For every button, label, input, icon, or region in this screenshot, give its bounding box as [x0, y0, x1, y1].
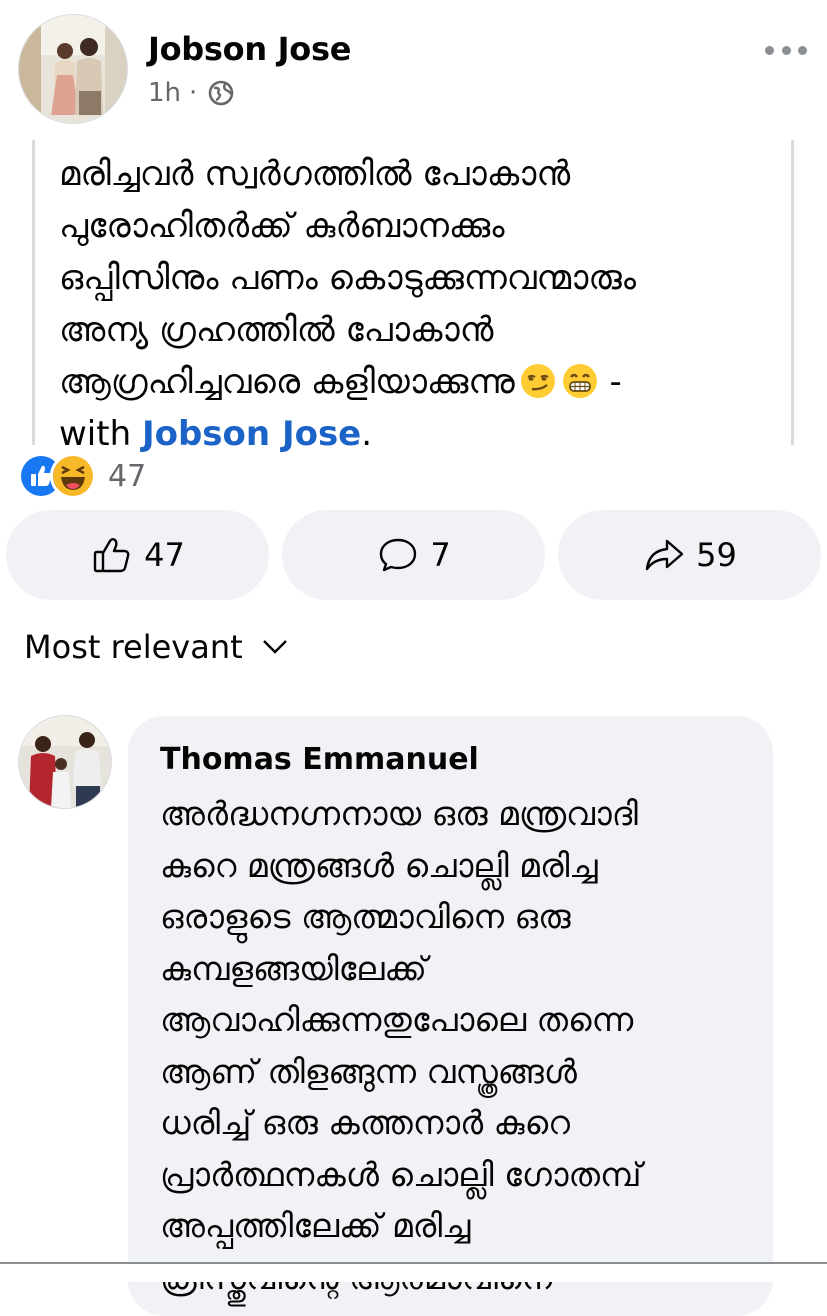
comment-text-line: ഒരാളുടെ ആത്മാവിനെ ഒരു	[160, 897, 571, 936]
post-header: Jobson Jose 1h ·	[0, 0, 827, 130]
comment-text-line: ആണ് തിളങ്ങുന്ന വസ്ത്രങ്ങൾ	[160, 1051, 577, 1091]
share-arrow-icon	[645, 539, 684, 571]
share-button[interactable]: 59	[558, 510, 821, 600]
post-text: മരിച്ചവർ സ്വർഗത്തിൽ പോകാൻ പുരോഹിതർക്ക് ക…	[32, 140, 794, 454]
thumbs-up-icon	[93, 538, 130, 573]
post-time[interactable]: 1h	[148, 78, 181, 108]
post-action-bar: 47 7 59	[6, 510, 821, 600]
commenter-avatar[interactable]	[18, 715, 112, 809]
comment-text-line: കുമ്പളങ്ങയിലേക്ക്	[160, 948, 427, 988]
comment-author-name[interactable]: Thomas Emmanuel	[160, 742, 479, 778]
post-author-name[interactable]: Jobson Jose	[148, 30, 351, 68]
comment-text: അർദ്ധനഗ്നനായ ഒരു മന്ത്രവാദി കുറെ മന്ത്രങ…	[160, 788, 773, 1303]
share-count: 59	[696, 536, 737, 574]
reaction-count: 47	[108, 458, 147, 494]
post-text-line: പുരോഹിതർക്ക് കുർബാനക്കും	[59, 206, 505, 246]
smirk-emoji-icon	[519, 362, 557, 400]
bottom-edge-divider	[0, 1262, 827, 1282]
comment-text-line: അപ്പത്തിലേക്ക് മരിച്ച	[160, 1206, 471, 1245]
like-button[interactable]: 47	[6, 510, 269, 600]
post-meta: 1h ·	[148, 78, 235, 108]
post-text-line: ആഗ്രഹിച്ചവരെ കളിയാക്കുന്നു	[59, 362, 515, 402]
chevron-down-icon	[262, 640, 287, 654]
comment-text-line: ധരിച്ച് ഒരു കത്തനാർ കുറെ	[160, 1103, 571, 1142]
more-dot	[798, 45, 807, 55]
comment-sort-dropdown[interactable]: Most relevant	[24, 628, 289, 666]
comment-text-line: ആവാഹിക്കുന്നതുപോലെ തന്നെ	[160, 1000, 634, 1039]
tag-suffix: .	[361, 414, 373, 454]
author-avatar[interactable]	[18, 14, 128, 124]
tagged-user-link[interactable]: Jobson Jose	[142, 414, 361, 454]
haha-reaction-icon	[50, 453, 96, 499]
reaction-summary[interactable]: 47	[18, 453, 147, 499]
comment-count: 7	[430, 536, 451, 574]
comment-bubble: Thomas Emmanuel അർദ്ധനഗ്നനായ ഒരു മന്ത്രവ…	[128, 716, 773, 1316]
comment-text-line: പ്രാർത്ഥനകൾ ചൊല്ലി ഗോതമ്പ്	[160, 1154, 642, 1194]
with-prefix: with	[59, 414, 142, 454]
post-text-line-with-emoji: ആഗ്രഹിച്ചവരെ കളിയാക്കുന്നു -	[59, 356, 791, 408]
comment-button[interactable]: 7	[282, 510, 545, 600]
globe-icon	[207, 79, 235, 107]
meta-separator: ·	[189, 78, 198, 108]
comment-text-line: അർദ്ധനഗ്നനായ ഒരു മന്ത്രവാദി	[160, 794, 638, 833]
grin-emoji-icon	[561, 362, 599, 400]
more-dot	[781, 45, 791, 55]
sort-label: Most relevant	[24, 628, 243, 666]
post-with-line: with Jobson Jose.	[59, 408, 791, 460]
post-text-line: മരിച്ചവർ സ്വർഗത്തിൽ പോകാൻ	[59, 154, 571, 194]
more-options-icon[interactable]	[765, 40, 807, 60]
post-text-line: ഒപ്പിസിനും പണം കൊടുക്കുന്നവന്മാരും	[59, 258, 637, 298]
post-text-line: അന്യ ഗ്രഹത്തിൽ പോകാൻ	[59, 310, 494, 350]
comment-text-line: കുറെ മന്ത്രങ്ങൾ ചൊല്ലി മരിച്ച	[160, 845, 598, 885]
comment-bubble-icon	[380, 538, 417, 572]
post-dash: -	[598, 362, 622, 402]
more-dot	[765, 45, 774, 55]
like-count: 47	[144, 536, 185, 574]
